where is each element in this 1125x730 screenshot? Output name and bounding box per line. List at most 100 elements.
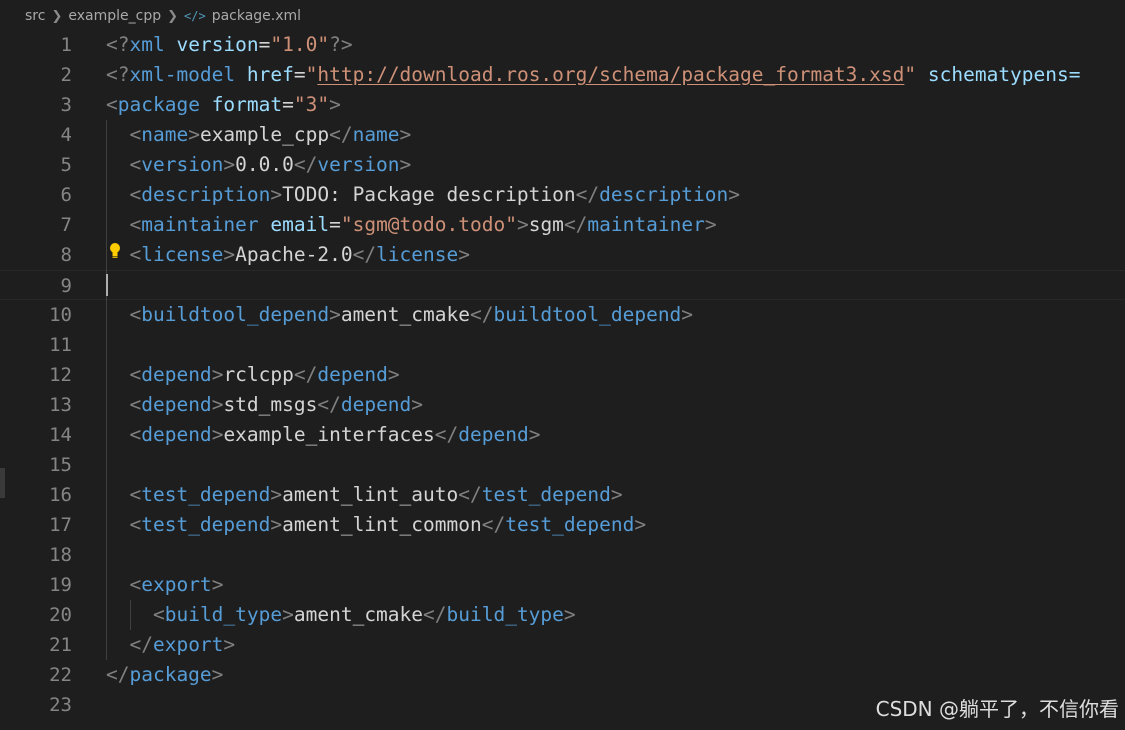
code-token: < (129, 573, 142, 596)
code-token: </ (293, 153, 318, 176)
line-number: 1 (60, 34, 72, 56)
line-number: 9 (60, 275, 72, 297)
code-token: xml-model (129, 63, 236, 86)
code-token: export (141, 573, 212, 596)
code-token: > (399, 123, 412, 146)
code-token: </ (329, 123, 353, 146)
code-line[interactable]: 7 <maintainer email="sgm@todo.todo">sgm<… (0, 210, 1125, 240)
code-line[interactable]: 10 <buildtool_depend>ament_cmake</buildt… (0, 300, 1125, 330)
line-code: <depend>rclcpp</depend> (106, 360, 399, 390)
code-token: maintainer (587, 213, 705, 236)
code-token: format (211, 93, 283, 116)
code-token: </ (317, 393, 341, 416)
line-number: 17 (49, 514, 72, 536)
code-line[interactable]: 2 <?xml-model href="http://download.ros.o… (0, 60, 1125, 90)
code-line[interactable]: 19 <export> (0, 570, 1125, 600)
code-line[interactable]: 17 <test_depend>ament_lint_common</test_… (0, 510, 1125, 540)
code-token: name (141, 123, 189, 146)
code-token: < (129, 183, 142, 206)
code-line[interactable]: 8 <license>Apache-2.0</license> (0, 240, 1125, 270)
code-token: > (704, 213, 717, 236)
code-token: buildtool_depend (141, 303, 330, 326)
code-token: sgm (528, 213, 564, 236)
code-token: > (211, 663, 224, 686)
code-token: version (317, 153, 400, 176)
breadcrumb-item-package-xml[interactable]: package.xml (212, 8, 301, 24)
code-token: > (329, 303, 341, 326)
code-token: http://download.ros.org/schema/package_f… (317, 63, 905, 86)
code-line[interactable]: 22 </package> (0, 660, 1125, 690)
code-line[interactable]: 12 <depend>rclcpp</depend> (0, 360, 1125, 390)
line-number: 7 (60, 214, 72, 236)
code-line[interactable]: 5 <version>0.0.0</version> (0, 150, 1125, 180)
code-token: " (904, 63, 917, 86)
code-token: > (211, 573, 224, 596)
code-token: > (211, 393, 224, 416)
code-line[interactable]: 4 <name>example_cpp</name> (0, 120, 1125, 150)
line-code: <export> (106, 570, 223, 600)
lightbulb-icon[interactable] (109, 242, 121, 262)
code-line[interactable]: 16 <test_depend>ament_lint_auto</test_de… (0, 480, 1125, 510)
line-number: 3 (60, 94, 72, 116)
code-token: version (141, 153, 224, 176)
code-token: < (152, 603, 165, 626)
code-token: < (129, 363, 142, 386)
code-token: ament_cmake (340, 303, 470, 326)
line-number: 6 (60, 184, 72, 206)
code-line[interactable]: 3 <package format="3"> (0, 90, 1125, 120)
code-token: ?> (329, 33, 353, 56)
code-token: buildtool_depend (493, 303, 682, 326)
code-token: "sgm@todo.todo" (340, 213, 517, 236)
code-token: 0.0.0 (235, 153, 294, 176)
code-line[interactable]: 14 <depend>example_interfaces</depend> (0, 420, 1125, 450)
code-line[interactable]: 13 <depend>std_msgs</depend> (0, 390, 1125, 420)
code-token: name (352, 123, 400, 146)
code-token: < (129, 123, 142, 146)
code-token: > (516, 213, 529, 236)
line-number: 4 (60, 124, 72, 146)
code-token: </ (423, 603, 447, 626)
code-token: > (223, 243, 236, 266)
code-line[interactable]: 20 <build_type>ament_cmake</build_type> (0, 600, 1125, 630)
line-number: 21 (49, 634, 72, 656)
code-token: depend (317, 363, 388, 386)
code-token: depend (340, 393, 412, 416)
line-code: <test_depend>ament_lint_auto</test_depen… (106, 480, 622, 510)
code-token: > (270, 513, 283, 536)
code-editor[interactable]: 1 <?xml version="1.0"?> 2 <?xml-model href=… (0, 30, 1125, 730)
code-token: < (129, 153, 142, 176)
code-line[interactable]: 21 </export> (0, 630, 1125, 660)
code-token: </ (129, 633, 153, 656)
code-line[interactable]: 6 <description>TODO: Package description… (0, 180, 1125, 210)
code-token: > (188, 123, 200, 146)
line-code: <build_type>ament_cmake</build_type> (106, 600, 576, 630)
code-token: = (293, 63, 306, 86)
code-line[interactable]: 9 (0, 270, 1125, 300)
breadcrumb-item-src[interactable]: src (25, 8, 45, 24)
code-token: build_type (446, 603, 564, 626)
code-token: href (246, 63, 294, 86)
line-number: 19 (49, 574, 72, 596)
line-code: <package format="3"> (106, 90, 341, 120)
line-number: 22 (49, 664, 72, 686)
code-line[interactable]: 1 <?xml version="1.0"?> (0, 30, 1125, 60)
code-token: > (563, 603, 576, 626)
breadcrumb-item-example-cpp[interactable]: example_cpp (68, 8, 161, 24)
code-line[interactable]: 15 (0, 450, 1125, 480)
code-token: depend (458, 423, 529, 446)
code-token: description (599, 183, 729, 206)
code-token: > (399, 153, 412, 176)
line-number: 15 (49, 454, 72, 476)
code-token: rclcpp (223, 363, 294, 386)
code-token: schematypens= (927, 63, 1081, 86)
watermark: CSDN @躺平了，不信你看 (875, 697, 1119, 721)
code-line[interactable]: 11 (0, 330, 1125, 360)
code-line[interactable]: 18 (0, 540, 1125, 570)
